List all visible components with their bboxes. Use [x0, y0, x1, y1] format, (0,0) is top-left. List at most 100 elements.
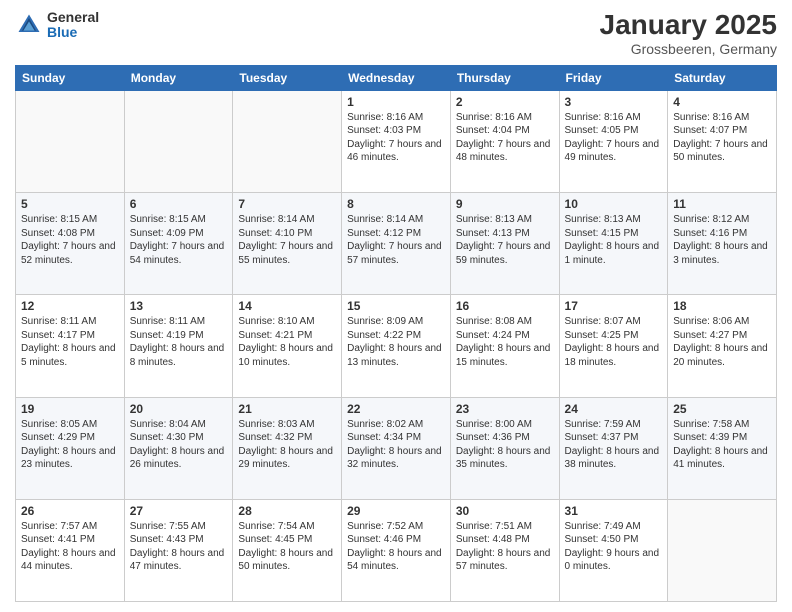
- calendar-cell: 3 Sunrise: 8:16 AM Sunset: 4:05 PM Daylig…: [559, 90, 668, 192]
- day-info: Sunrise: 8:15 AM Sunset: 4:08 PM Dayligh…: [21, 213, 119, 267]
- calendar-cell: 22Sunrise: 8:02 AM Sunset: 4:34 PM Dayli…: [342, 397, 451, 499]
- calendar-cell: 24Sunrise: 7:59 AM Sunset: 4:37 PM Dayli…: [559, 397, 668, 499]
- day-info: Sunrise: 7:49 AM Sunset: 4:50 PM Dayligh…: [565, 520, 663, 574]
- calendar-cell: 8Sunrise: 8:14 AM Sunset: 4:12 PM Daylig…: [342, 193, 451, 295]
- day-info: Sunrise: 8:11 AM Sunset: 4:19 PM Dayligh…: [130, 315, 228, 369]
- day-number: 2: [456, 95, 554, 109]
- calendar-cell: 6 Sunrise: 8:15 AM Sunset: 4:09 PM Daylig…: [124, 193, 233, 295]
- day-info: Sunrise: 8:16 AM Sunset: 4:05 PM Dayligh…: [565, 111, 663, 165]
- calendar-week-1: 1Sunrise: 8:16 AM Sunset: 4:03 PM Daylig…: [16, 90, 777, 192]
- calendar-cell: 23 Sunrise: 8:00 AM Sunset: 4:36 PM Dayli…: [450, 397, 559, 499]
- calendar-cell: 11 Sunrise: 8:12 AM Sunset: 4:16 PM Dayli…: [668, 193, 777, 295]
- day-number: 30: [456, 504, 554, 518]
- calendar-week-4: 19 Sunrise: 8:05 AM Sunset: 4:29 PM Dayli…: [16, 397, 777, 499]
- day-number: 9: [456, 197, 554, 211]
- day-info: Sunrise: 8:02 AM Sunset: 4:34 PM Dayligh…: [347, 418, 445, 472]
- day-info: Sunrise: 7:55 AM Sunset: 4:43 PM Dayligh…: [130, 520, 228, 574]
- day-number: 21: [238, 402, 336, 416]
- day-info: Sunrise: 8:13 AM Sunset: 4:15 PM Dayligh…: [565, 213, 663, 267]
- calendar-cell: 15 Sunrise: 8:09 AM Sunset: 4:22 PM Dayli…: [342, 295, 451, 397]
- calendar-cell: 20 Sunrise: 8:04 AM Sunset: 4:30 PM Dayli…: [124, 397, 233, 499]
- day-number: 1: [347, 95, 445, 109]
- calendar-cell: 29 Sunrise: 7:52 AM Sunset: 4:46 PM Dayli…: [342, 499, 451, 601]
- calendar-week-2: 5 Sunrise: 8:15 AM Sunset: 4:08 PM Daylig…: [16, 193, 777, 295]
- day-number: 15: [347, 299, 445, 313]
- calendar-cell: 28 Sunrise: 7:54 AM Sunset: 4:45 PM Dayli…: [233, 499, 342, 601]
- day-number: 8: [347, 197, 445, 211]
- logo-icon: [15, 11, 43, 39]
- month-title: January 2025: [600, 10, 777, 41]
- calendar-cell: 18Sunrise: 8:06 AM Sunset: 4:27 PM Dayli…: [668, 295, 777, 397]
- logo-text: General Blue: [47, 10, 99, 41]
- day-info: Sunrise: 7:54 AM Sunset: 4:45 PM Dayligh…: [238, 520, 336, 574]
- day-info: Sunrise: 7:52 AM Sunset: 4:46 PM Dayligh…: [347, 520, 445, 574]
- day-number: 19: [21, 402, 119, 416]
- calendar-cell: 31 Sunrise: 7:49 AM Sunset: 4:50 PM Dayli…: [559, 499, 668, 601]
- day-info: Sunrise: 8:10 AM Sunset: 4:21 PM Dayligh…: [238, 315, 336, 369]
- calendar-cell: 21 Sunrise: 8:03 AM Sunset: 4:32 PM Dayli…: [233, 397, 342, 499]
- day-info: Sunrise: 8:04 AM Sunset: 4:30 PM Dayligh…: [130, 418, 228, 472]
- day-info: Sunrise: 8:00 AM Sunset: 4:36 PM Dayligh…: [456, 418, 554, 472]
- header-monday: Monday: [124, 65, 233, 90]
- day-number: 16: [456, 299, 554, 313]
- calendar-cell: 2 Sunrise: 8:16 AM Sunset: 4:04 PM Daylig…: [450, 90, 559, 192]
- day-info: Sunrise: 8:09 AM Sunset: 4:22 PM Dayligh…: [347, 315, 445, 369]
- header-wednesday: Wednesday: [342, 65, 451, 90]
- day-number: 17: [565, 299, 663, 313]
- day-number: 20: [130, 402, 228, 416]
- header-row: Sunday Monday Tuesday Wednesday Thursday…: [16, 65, 777, 90]
- day-info: Sunrise: 7:51 AM Sunset: 4:48 PM Dayligh…: [456, 520, 554, 574]
- calendar-table: Sunday Monday Tuesday Wednesday Thursday…: [15, 65, 777, 602]
- header-friday: Friday: [559, 65, 668, 90]
- calendar-cell: 16 Sunrise: 8:08 AM Sunset: 4:24 PM Dayli…: [450, 295, 559, 397]
- calendar-cell: 13 Sunrise: 8:11 AM Sunset: 4:19 PM Dayli…: [124, 295, 233, 397]
- day-number: 28: [238, 504, 336, 518]
- day-number: 14: [238, 299, 336, 313]
- calendar-cell: 17Sunrise: 8:07 AM Sunset: 4:25 PM Dayli…: [559, 295, 668, 397]
- day-number: 27: [130, 504, 228, 518]
- calendar-cell: 30 Sunrise: 7:51 AM Sunset: 4:48 PM Dayli…: [450, 499, 559, 601]
- day-info: Sunrise: 8:12 AM Sunset: 4:16 PM Dayligh…: [673, 213, 771, 267]
- header-sunday: Sunday: [16, 65, 125, 90]
- day-info: Sunrise: 8:16 AM Sunset: 4:04 PM Dayligh…: [456, 111, 554, 165]
- day-info: Sunrise: 7:58 AM Sunset: 4:39 PM Dayligh…: [673, 418, 771, 472]
- day-info: Sunrise: 8:03 AM Sunset: 4:32 PM Dayligh…: [238, 418, 336, 472]
- day-number: 7: [238, 197, 336, 211]
- logo: General Blue: [15, 10, 99, 41]
- calendar-week-3: 12Sunrise: 8:11 AM Sunset: 4:17 PM Dayli…: [16, 295, 777, 397]
- day-number: 5: [21, 197, 119, 211]
- day-number: 24: [565, 402, 663, 416]
- header-tuesday: Tuesday: [233, 65, 342, 90]
- location-subtitle: Grossbeeren, Germany: [600, 41, 777, 57]
- day-number: 23: [456, 402, 554, 416]
- calendar-cell: 14 Sunrise: 8:10 AM Sunset: 4:21 PM Dayli…: [233, 295, 342, 397]
- calendar-cell: 26 Sunrise: 7:57 AM Sunset: 4:41 PM Dayli…: [16, 499, 125, 601]
- calendar-cell: [124, 90, 233, 192]
- calendar-cell: 5 Sunrise: 8:15 AM Sunset: 4:08 PM Daylig…: [16, 193, 125, 295]
- day-number: 31: [565, 504, 663, 518]
- day-number: 13: [130, 299, 228, 313]
- day-number: 3: [565, 95, 663, 109]
- calendar-cell: [668, 499, 777, 601]
- day-info: Sunrise: 7:57 AM Sunset: 4:41 PM Dayligh…: [21, 520, 119, 574]
- day-number: 11: [673, 197, 771, 211]
- day-number: 29: [347, 504, 445, 518]
- day-number: 10: [565, 197, 663, 211]
- calendar-cell: 9 Sunrise: 8:13 AM Sunset: 4:13 PM Daylig…: [450, 193, 559, 295]
- day-number: 26: [21, 504, 119, 518]
- day-info: Sunrise: 8:13 AM Sunset: 4:13 PM Dayligh…: [456, 213, 554, 267]
- calendar-cell: 1Sunrise: 8:16 AM Sunset: 4:03 PM Daylig…: [342, 90, 451, 192]
- header-thursday: Thursday: [450, 65, 559, 90]
- calendar-week-5: 26 Sunrise: 7:57 AM Sunset: 4:41 PM Dayli…: [16, 499, 777, 601]
- day-info: Sunrise: 8:05 AM Sunset: 4:29 PM Dayligh…: [21, 418, 119, 472]
- page-header: General Blue January 2025 Grossbeeren, G…: [15, 10, 777, 57]
- calendar-cell: 27 Sunrise: 7:55 AM Sunset: 4:43 PM Dayli…: [124, 499, 233, 601]
- calendar-cell: [233, 90, 342, 192]
- logo-blue: Blue: [47, 25, 99, 40]
- calendar-cell: 7Sunrise: 8:14 AM Sunset: 4:10 PM Daylig…: [233, 193, 342, 295]
- day-info: Sunrise: 8:08 AM Sunset: 4:24 PM Dayligh…: [456, 315, 554, 369]
- calendar-cell: 25Sunrise: 7:58 AM Sunset: 4:39 PM Dayli…: [668, 397, 777, 499]
- calendar-cell: [16, 90, 125, 192]
- day-info: Sunrise: 8:15 AM Sunset: 4:09 PM Dayligh…: [130, 213, 228, 267]
- day-number: 6: [130, 197, 228, 211]
